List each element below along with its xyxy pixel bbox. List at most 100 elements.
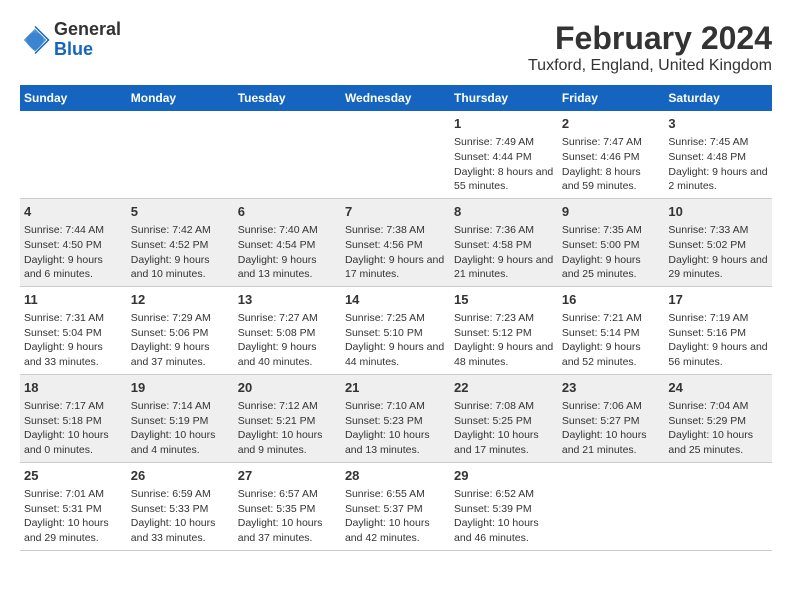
day-info: Sunset: 5:27 PM: [562, 414, 661, 429]
logo: General Blue: [20, 20, 121, 60]
day-info: Sunset: 5:16 PM: [668, 326, 768, 341]
day-info: Sunrise: 7:10 AM: [345, 399, 446, 414]
day-number: 14: [345, 291, 446, 309]
day-info: Daylight: 10 hours and 42 minutes.: [345, 516, 446, 545]
day-info: Sunset: 4:52 PM: [131, 238, 230, 253]
logo-general: General: [54, 20, 121, 40]
day-number: 18: [24, 379, 123, 397]
day-info: Daylight: 9 hours and 17 minutes.: [345, 253, 446, 282]
day-number: 3: [668, 115, 768, 133]
calendar-cell: [234, 111, 341, 198]
day-info: Daylight: 9 hours and 37 minutes.: [131, 340, 230, 369]
calendar-cell: [127, 111, 234, 198]
day-info: Sunrise: 6:55 AM: [345, 487, 446, 502]
day-number: 29: [454, 467, 554, 485]
day-info: Sunset: 5:39 PM: [454, 502, 554, 517]
calendar-cell: 4Sunrise: 7:44 AMSunset: 4:50 PMDaylight…: [20, 198, 127, 286]
day-info: Sunset: 5:12 PM: [454, 326, 554, 341]
calendar-cell: [341, 111, 450, 198]
day-info: Sunset: 5:18 PM: [24, 414, 123, 429]
day-info: Daylight: 9 hours and 52 minutes.: [562, 340, 661, 369]
day-info: Daylight: 10 hours and 29 minutes.: [24, 516, 123, 545]
title-section: February 2024 Tuxford, England, United K…: [528, 20, 772, 75]
calendar-cell: 24Sunrise: 7:04 AMSunset: 5:29 PMDayligh…: [664, 374, 772, 462]
day-info: Sunrise: 7:08 AM: [454, 399, 554, 414]
day-info: Sunset: 5:35 PM: [238, 502, 337, 517]
day-number: 17: [668, 291, 768, 309]
day-info: Sunrise: 7:29 AM: [131, 311, 230, 326]
day-number: 11: [24, 291, 123, 309]
calendar-cell: 17 Sunrise: 7:19 AMSunset: 5:16 PMDayligh…: [664, 286, 772, 374]
day-info: Sunset: 5:04 PM: [24, 326, 123, 341]
day-number: 21: [345, 379, 446, 397]
calendar-cell: 7Sunrise: 7:38 AMSunset: 4:56 PMDaylight…: [341, 198, 450, 286]
calendar-cell: 8 Sunrise: 7:36 AMSunset: 4:58 PMDaylight…: [450, 198, 558, 286]
calendar-cell: 21Sunrise: 7:10 AMSunset: 5:23 PMDayligh…: [341, 374, 450, 462]
day-info: Sunrise: 7:36 AM: [454, 223, 554, 238]
day-info: Sunrise: 7:23 AM: [454, 311, 554, 326]
day-info: Sunrise: 7:17 AM: [24, 399, 123, 414]
day-info: Sunset: 5:06 PM: [131, 326, 230, 341]
day-number: 19: [131, 379, 230, 397]
day-info: Sunrise: 7:12 AM: [238, 399, 337, 414]
calendar-cell: 5Sunrise: 7:42 AMSunset: 4:52 PMDaylight…: [127, 198, 234, 286]
calendar-cell: 14Sunrise: 7:25 AMSunset: 5:10 PMDayligh…: [341, 286, 450, 374]
day-info: Sunset: 4:56 PM: [345, 238, 446, 253]
day-info: Daylight: 9 hours and 29 minutes.: [668, 253, 768, 282]
day-info: Sunset: 5:31 PM: [24, 502, 123, 517]
week-row-2: 4Sunrise: 7:44 AMSunset: 4:50 PMDaylight…: [20, 198, 772, 286]
day-info: Daylight: 9 hours and 48 minutes.: [454, 340, 554, 369]
day-number: 2: [562, 115, 661, 133]
logo-blue: Blue: [54, 40, 121, 60]
day-info: Daylight: 10 hours and 9 minutes.: [238, 428, 337, 457]
day-info: Daylight: 10 hours and 33 minutes.: [131, 516, 230, 545]
header-sunday: Sunday: [20, 85, 127, 111]
day-number: 25: [24, 467, 123, 485]
day-info: Daylight: 9 hours and 33 minutes.: [24, 340, 123, 369]
day-info: Sunset: 5:08 PM: [238, 326, 337, 341]
day-info: Sunrise: 7:35 AM: [562, 223, 661, 238]
day-number: 8: [454, 203, 554, 221]
calendar-cell: 9Sunrise: 7:35 AMSunset: 5:00 PMDaylight…: [558, 198, 665, 286]
day-info: Sunrise: 7:19 AM: [668, 311, 768, 326]
calendar-cell: 13Sunrise: 7:27 AMSunset: 5:08 PMDayligh…: [234, 286, 341, 374]
day-number: 22: [454, 379, 554, 397]
day-info: Sunset: 4:50 PM: [24, 238, 123, 253]
day-number: 6: [238, 203, 337, 221]
day-info: Sunrise: 7:42 AM: [131, 223, 230, 238]
day-info: Sunset: 5:02 PM: [668, 238, 768, 253]
day-info: Daylight: 9 hours and 56 minutes.: [668, 340, 768, 369]
day-info: Sunset: 4:46 PM: [562, 150, 661, 165]
day-info: Daylight: 9 hours and 6 minutes.: [24, 253, 123, 282]
day-info: Sunrise: 7:06 AM: [562, 399, 661, 414]
calendar-cell: [664, 462, 772, 550]
day-info: Sunrise: 7:31 AM: [24, 311, 123, 326]
day-info: Daylight: 9 hours and 40 minutes.: [238, 340, 337, 369]
day-info: Daylight: 8 hours and 55 minutes.: [454, 165, 554, 194]
day-info: Sunrise: 7:27 AM: [238, 311, 337, 326]
day-info: Daylight: 10 hours and 17 minutes.: [454, 428, 554, 457]
calendar-cell: 6Sunrise: 7:40 AMSunset: 4:54 PMDaylight…: [234, 198, 341, 286]
day-info: Daylight: 10 hours and 46 minutes.: [454, 516, 554, 545]
calendar-cell: 27Sunrise: 6:57 AMSunset: 5:35 PMDayligh…: [234, 462, 341, 550]
week-row-5: 25Sunrise: 7:01 AMSunset: 5:31 PMDayligh…: [20, 462, 772, 550]
day-info: Daylight: 10 hours and 37 minutes.: [238, 516, 337, 545]
day-info: Sunrise: 7:44 AM: [24, 223, 123, 238]
day-number: 5: [131, 203, 230, 221]
day-info: Sunrise: 7:04 AM: [668, 399, 768, 414]
day-info: Sunrise: 7:01 AM: [24, 487, 123, 502]
day-info: Sunrise: 7:14 AM: [131, 399, 230, 414]
day-info: Daylight: 9 hours and 44 minutes.: [345, 340, 446, 369]
day-info: Daylight: 9 hours and 13 minutes.: [238, 253, 337, 282]
calendar-cell: 26Sunrise: 6:59 AMSunset: 5:33 PMDayligh…: [127, 462, 234, 550]
day-info: Sunset: 4:58 PM: [454, 238, 554, 253]
main-title: February 2024: [528, 20, 772, 57]
calendar-header-row: SundayMondayTuesdayWednesdayThursdayFrid…: [20, 85, 772, 111]
calendar-cell: [20, 111, 127, 198]
day-number: 24: [668, 379, 768, 397]
subtitle: Tuxford, England, United Kingdom: [528, 57, 772, 75]
day-info: Sunrise: 7:40 AM: [238, 223, 337, 238]
day-info: Sunrise: 7:33 AM: [668, 223, 768, 238]
calendar-cell: 18Sunrise: 7:17 AMSunset: 5:18 PMDayligh…: [20, 374, 127, 462]
day-info: Daylight: 9 hours and 21 minutes.: [454, 253, 554, 282]
